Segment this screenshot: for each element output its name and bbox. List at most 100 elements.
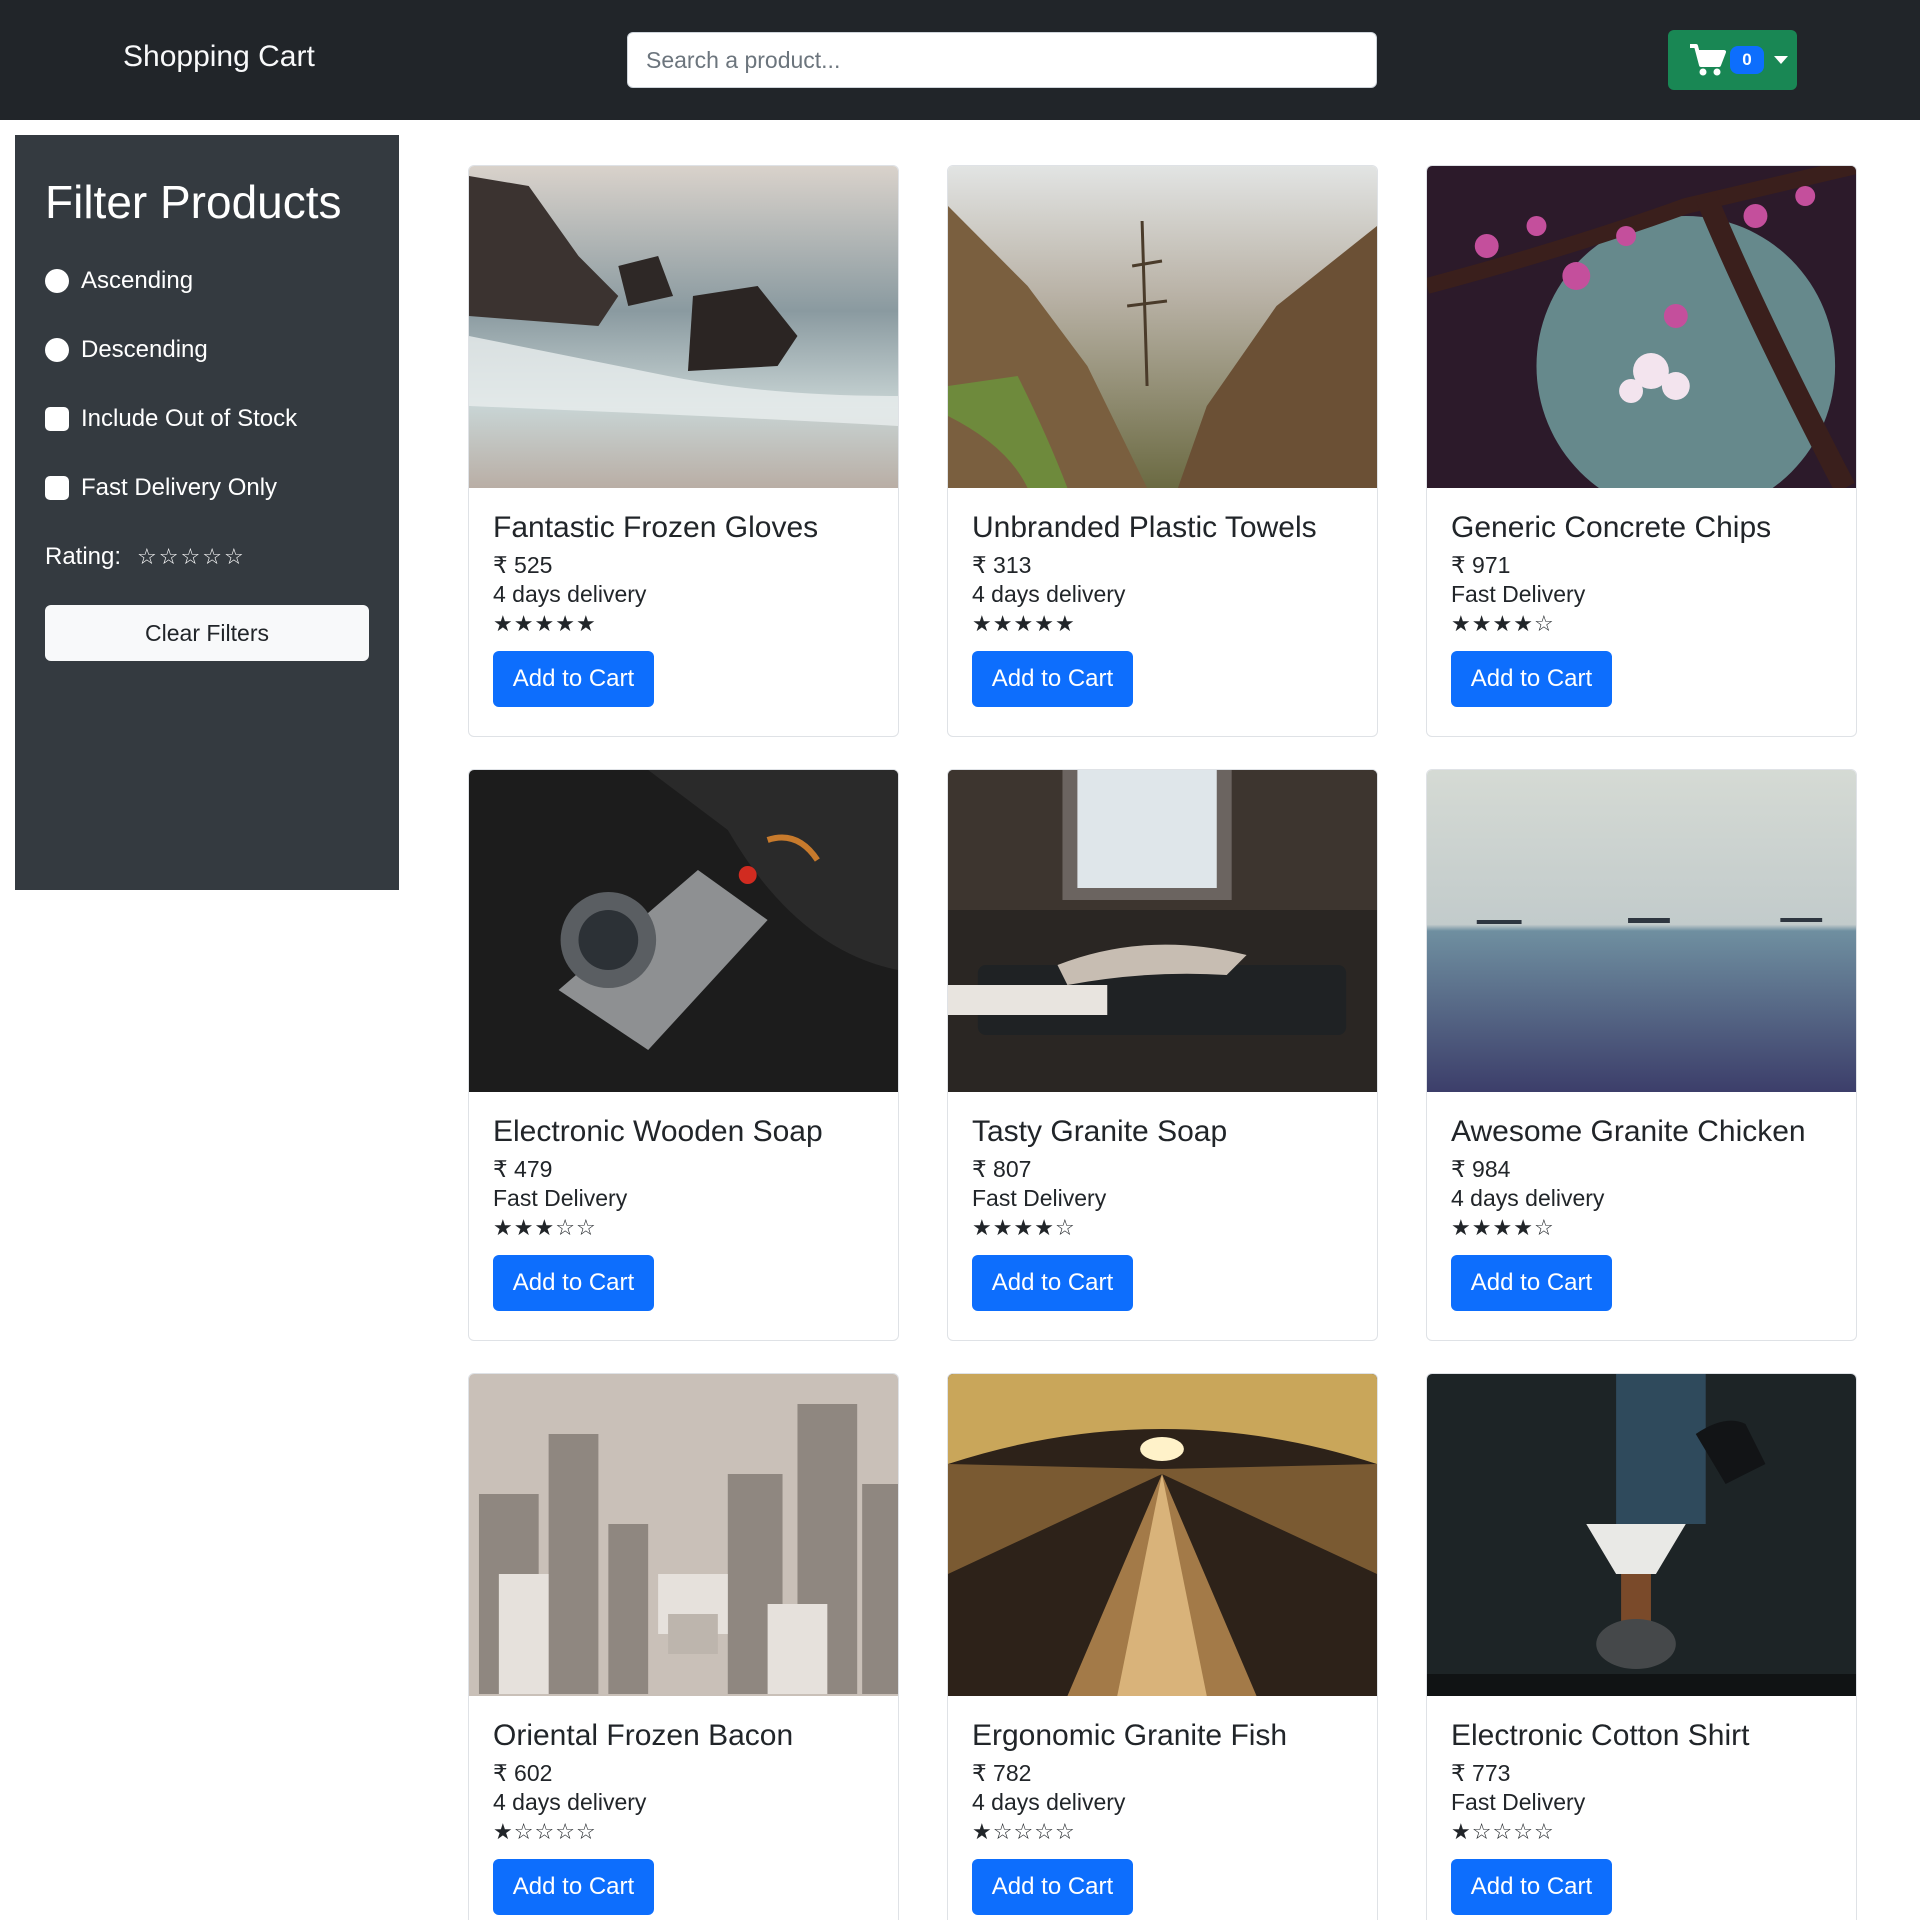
star-filled-icon: ★ (1451, 1215, 1472, 1240)
star-outline-icon: ☆ (1533, 1819, 1555, 1844)
star-outline-icon: ☆ (1034, 1819, 1055, 1844)
shopping-cart-icon (1690, 44, 1726, 76)
product-delivery: 4 days delivery (1451, 1185, 1605, 1211)
star-filled-icon: ★ (1513, 1215, 1534, 1240)
product-price: ₹ 971 (1451, 551, 1832, 580)
price-value: 313 (993, 552, 1032, 578)
star-outline-icon[interactable]: ☆ (181, 544, 201, 570)
product-rating: ★★★★☆ (972, 1213, 1353, 1243)
star-outline-icon: ☆ (1533, 611, 1555, 636)
currency-symbol: ₹ (493, 1760, 508, 1786)
star-outline-icon[interactable]: ☆ (137, 544, 157, 570)
filter-sidebar: Filter Products Ascending Descending Inc… (15, 135, 399, 890)
product-rating: ★★★★★ (493, 609, 874, 639)
price-value: 602 (514, 1760, 553, 1786)
star-outline-icon: ☆ (555, 1819, 576, 1844)
product-price: ₹ 782 (972, 1759, 1353, 1788)
star-outline-icon: ☆ (992, 1819, 1014, 1844)
radio-button[interactable] (45, 338, 69, 362)
checkbox[interactable] (45, 476, 69, 500)
star-filled-icon: ★ (972, 1819, 993, 1844)
star-filled-icon: ★ (1013, 611, 1035, 636)
clear-filters-button[interactable]: Clear Filters (45, 605, 369, 661)
star-outline-icon: ☆ (1054, 1215, 1076, 1240)
search-input[interactable] (627, 32, 1377, 88)
star-outline-icon[interactable]: ☆ (224, 544, 244, 570)
add-to-cart-button[interactable]: Add to Cart (493, 651, 654, 707)
product-image (469, 770, 898, 1092)
star-filled-icon: ★ (1471, 611, 1493, 636)
product-name: Awesome Granite Chicken (1451, 1115, 1806, 1148)
star-outline-icon: ☆ (1533, 1215, 1555, 1240)
price-value: 984 (1472, 1156, 1511, 1182)
fast-delivery-label: Fast Delivery Only (81, 474, 278, 501)
product-delivery: Fast Delivery (972, 1185, 1107, 1211)
star-outline-icon: ☆ (1492, 1819, 1514, 1844)
fast-delivery-checkbox[interactable]: Fast Delivery Only (45, 474, 277, 502)
star-filled-icon: ★ (1513, 611, 1534, 636)
star-outline-icon: ☆ (1013, 1819, 1035, 1844)
sort-ascending-radio[interactable]: Ascending (45, 267, 193, 295)
product-price: ₹ 525 (493, 551, 874, 580)
star-filled-icon: ★ (972, 611, 993, 636)
star-outline-icon: ☆ (555, 1215, 576, 1240)
product-rating: ★★★★☆ (1451, 609, 1832, 639)
star-outline-icon[interactable]: ☆ (159, 544, 179, 570)
currency-symbol: ₹ (972, 1760, 987, 1786)
product-rating: ★★★☆☆ (493, 1213, 874, 1243)
product-image (1427, 1374, 1856, 1696)
star-filled-icon: ★ (1034, 611, 1055, 636)
add-to-cart-button[interactable]: Add to Cart (1451, 1859, 1612, 1915)
product-image (1427, 166, 1856, 488)
product-name: Fantastic Frozen Gloves (493, 511, 819, 544)
currency-symbol: ₹ (1451, 1156, 1466, 1182)
add-to-cart-button[interactable]: Add to Cart (1451, 651, 1612, 707)
product-image (948, 166, 1377, 488)
product-name: Generic Concrete Chips (1451, 511, 1772, 544)
price-value: 479 (514, 1156, 553, 1182)
currency-symbol: ₹ (493, 552, 508, 578)
product-name: Ergonomic Granite Fish (972, 1719, 1288, 1752)
add-to-cart-button[interactable]: Add to Cart (493, 1255, 654, 1311)
brand-title[interactable]: Shopping Cart (123, 40, 315, 74)
rating-filter: Rating: ☆ ☆ ☆ ☆ ☆ (45, 543, 244, 571)
price-value: 971 (1472, 552, 1511, 578)
star-filled-icon: ★ (534, 1215, 556, 1240)
price-value: 525 (514, 552, 553, 578)
rating-stars[interactable]: ☆ ☆ ☆ ☆ ☆ (137, 544, 244, 570)
cart-dropdown-button[interactable]: 0 (1668, 30, 1797, 90)
star-filled-icon: ★ (493, 1819, 514, 1844)
navbar: Shopping Cart 0 (0, 0, 1920, 120)
include-out-of-stock-checkbox[interactable]: Include Out of Stock (45, 405, 297, 433)
cart-count-badge: 0 (1730, 46, 1764, 74)
product-name: Tasty Granite Soap (972, 1115, 1228, 1148)
product-image (948, 1374, 1377, 1696)
currency-symbol: ₹ (972, 1156, 987, 1182)
product-delivery: 4 days delivery (972, 1789, 1126, 1815)
chevron-down-icon (1774, 56, 1788, 64)
star-outline-icon[interactable]: ☆ (202, 544, 222, 570)
star-filled-icon: ★ (992, 1215, 1014, 1240)
sort-descending-radio[interactable]: Descending (45, 336, 208, 364)
product-image (469, 1374, 898, 1696)
product-name: Electronic Cotton Shirt (1451, 1719, 1750, 1752)
product-rating: ★★★★☆ (1451, 1213, 1832, 1243)
product-card: Fantastic Frozen Gloves ₹ 525 4 days del… (468, 165, 899, 737)
add-to-cart-button[interactable]: Add to Cart (972, 651, 1133, 707)
checkbox[interactable] (45, 407, 69, 431)
currency-symbol: ₹ (493, 1156, 508, 1182)
star-outline-icon: ☆ (1471, 1819, 1493, 1844)
product-price: ₹ 313 (972, 551, 1353, 580)
add-to-cart-button[interactable]: Add to Cart (493, 1859, 654, 1915)
star-outline-icon: ☆ (534, 1819, 556, 1844)
radio-button[interactable] (45, 269, 69, 293)
star-filled-icon: ★ (575, 611, 597, 636)
star-filled-icon: ★ (493, 1215, 514, 1240)
product-delivery: Fast Delivery (493, 1185, 628, 1211)
product-price: ₹ 773 (1451, 1759, 1832, 1788)
add-to-cart-button[interactable]: Add to Cart (972, 1255, 1133, 1311)
add-to-cart-button[interactable]: Add to Cart (1451, 1255, 1612, 1311)
star-filled-icon: ★ (555, 611, 576, 636)
add-to-cart-button[interactable]: Add to Cart (972, 1859, 1133, 1915)
product-card: Electronic Cotton Shirt ₹ 773 Fast Deliv… (1426, 1373, 1857, 1920)
